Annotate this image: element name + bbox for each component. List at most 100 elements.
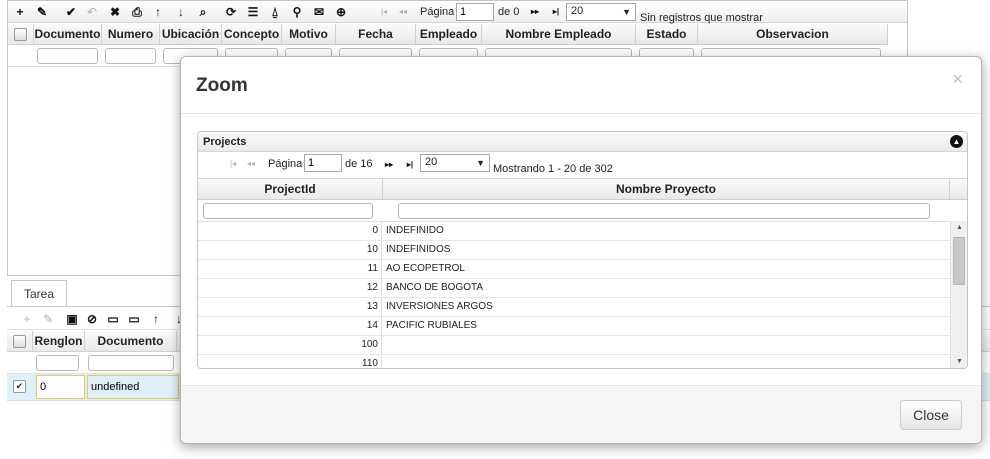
print-icon[interactable]: ⎙ — [129, 4, 145, 20]
col-header[interactable]: Estado — [636, 24, 698, 45]
caret-down-icon: ▼ — [476, 158, 485, 168]
project-id: 14 — [198, 317, 382, 336]
records-status: Mostrando 1 - 20 de 302 — [493, 163, 613, 175]
documento-field[interactable] — [87, 375, 179, 399]
last-page-icon[interactable]: ▸| — [548, 4, 564, 20]
project-name: INDEFINIDO — [386, 225, 444, 236]
col-header[interactable]: Ubicación — [160, 24, 222, 45]
row-icon[interactable]: ▭ — [126, 311, 142, 327]
col-header[interactable]: Fecha — [336, 24, 416, 45]
mail-icon[interactable]: ✉ — [311, 4, 327, 20]
filter-input[interactable] — [37, 48, 98, 64]
save-icon[interactable]: ▣ — [64, 311, 80, 327]
dialog-footer: Close — [181, 385, 981, 443]
close-icon[interactable]: × — [952, 69, 963, 90]
table-row[interactable]: 10 INDEFINIDOS — [198, 241, 950, 260]
col-header-nombre-proyecto[interactable]: Nombre Proyecto — [383, 179, 950, 200]
filter-input[interactable] — [105, 48, 156, 64]
projectid-filter-input[interactable] — [203, 203, 373, 219]
row-icon[interactable]: ▭ — [105, 311, 121, 327]
project-name: INVERSIONES ARGOS — [386, 301, 493, 312]
col-header[interactable]: Documento — [85, 331, 177, 352]
cancel-icon[interactable]: ⊘ — [84, 311, 100, 327]
first-page-icon[interactable]: |◂ — [376, 4, 392, 20]
scroll-down-icon[interactable]: ▼ — [951, 355, 967, 368]
next-page-icon[interactable]: ▸▸ — [527, 4, 543, 20]
page-size-select[interactable]: 20 ▼ — [566, 3, 636, 21]
undo-icon[interactable]: ↶ — [84, 4, 100, 20]
page-size-select[interactable]: 20 ▼ — [420, 154, 490, 172]
project-id: 0 — [198, 222, 382, 241]
renglon-field[interactable] — [36, 375, 85, 399]
col-header-projectid[interactable]: ProjectId — [198, 179, 383, 200]
records-header: Documento Numero Ubicación Concepto Moti… — [8, 24, 888, 45]
prev-page-icon[interactable]: ◂◂ — [395, 4, 411, 20]
page-count: de 16 — [345, 158, 373, 170]
delete-icon[interactable]: ✖ — [107, 4, 123, 20]
table-row[interactable]: 100 — [198, 336, 950, 355]
col-header[interactable]: Numero — [102, 24, 160, 45]
table-row[interactable]: 13 INVERSIONES ARGOS — [198, 298, 950, 317]
next-page-icon[interactable]: ▸▸ — [381, 157, 397, 173]
table-row[interactable]: 0 INDEFINIDO — [198, 222, 950, 241]
move-up-icon[interactable]: ↑ — [148, 311, 164, 327]
add-icon[interactable]: + — [12, 4, 28, 20]
col-header[interactable]: Nombre Empleado — [482, 24, 636, 45]
project-id: 12 — [198, 279, 382, 298]
table-row[interactable]: 11 AO ECOPETROL — [198, 260, 950, 279]
filter-input[interactable] — [36, 355, 79, 371]
zoom-dialog: Zoom × Projects ▲ |◂ ◂◂ Página de 16 ▸▸ … — [180, 56, 982, 444]
table-row[interactable]: 12 BANCO DE BOGOTA — [198, 279, 950, 298]
col-header[interactable]: Concepto — [222, 24, 282, 45]
col-header[interactable]: Renglon — [33, 331, 85, 352]
pin-icon[interactable]: ⚲ — [289, 4, 305, 20]
vertical-scrollbar[interactable]: ▲ ▼ — [950, 221, 967, 368]
tab-tarea[interactable]: Tarea — [11, 280, 67, 307]
edit-icon[interactable]: ✎ — [34, 4, 50, 20]
nombre-filter-input[interactable] — [398, 203, 930, 219]
select-all-checkbox[interactable] — [13, 335, 26, 348]
select-all-cell — [7, 331, 33, 352]
project-name: PACIFIC RUBIALES — [386, 320, 477, 331]
projects-header: ProjectId Nombre Proyecto — [198, 179, 967, 200]
dialog-title: Zoom — [196, 75, 248, 96]
save-icon[interactable]: ✔ — [63, 4, 79, 20]
comment-icon[interactable]: ☰ — [245, 4, 261, 20]
grid-caption-text: Projects — [203, 136, 247, 148]
page-input[interactable] — [456, 3, 494, 21]
select-all-checkbox[interactable] — [14, 28, 27, 41]
project-id: 100 — [198, 336, 382, 355]
scrollbar-thumb[interactable] — [953, 237, 965, 285]
page-input[interactable] — [304, 154, 342, 172]
row-checkbox[interactable]: ✔ — [13, 380, 26, 393]
col-header[interactable]: Empleado — [416, 24, 482, 45]
filter-input[interactable] — [88, 355, 174, 371]
records-toolbar: + ✎ ✔ ↶ ✖ ⎙ ↑ ↓ ⌕ ⟳ ☰ ⍙ ⚲ ✉ ⊕ |◂ ◂◂ Pági… — [8, 1, 907, 24]
project-id: 11 — [198, 260, 382, 279]
col-header[interactable]: Observacion — [698, 24, 888, 45]
dialog-divider — [181, 113, 981, 114]
last-page-icon[interactable]: ▸| — [402, 157, 418, 173]
search-icon[interactable]: ⌕ — [195, 4, 211, 20]
collapse-icon[interactable]: ▲ — [950, 135, 963, 148]
project-id: 10 — [198, 241, 382, 260]
table-row[interactable]: 110 — [198, 355, 950, 368]
edit-icon[interactable]: ✎ — [40, 311, 56, 327]
col-header[interactable]: Motivo — [282, 24, 336, 45]
table-row[interactable]: 14 PACIFIC RUBIALES — [198, 317, 950, 336]
page-label: Página — [420, 6, 455, 18]
plus-circle-icon[interactable]: ⊕ — [333, 4, 349, 20]
caret-down-icon: ▼ — [622, 7, 631, 17]
col-header[interactable]: Documento — [34, 24, 102, 45]
first-page-icon[interactable]: |◂ — [225, 156, 241, 172]
move-up-icon[interactable]: ↑ — [150, 4, 166, 20]
close-button[interactable]: Close — [900, 400, 962, 430]
project-name: AO ECOPETROL — [386, 263, 465, 274]
prev-page-icon[interactable]: ◂◂ — [243, 156, 259, 172]
move-down-icon[interactable]: ↓ — [173, 4, 189, 20]
scroll-up-icon[interactable]: ▲ — [951, 221, 967, 235]
project-name: INDEFINIDOS — [386, 244, 451, 255]
add-icon[interactable]: + — [19, 311, 35, 327]
refresh-icon[interactable]: ⟳ — [223, 4, 239, 20]
stamp-icon[interactable]: ⍙ — [267, 4, 283, 20]
